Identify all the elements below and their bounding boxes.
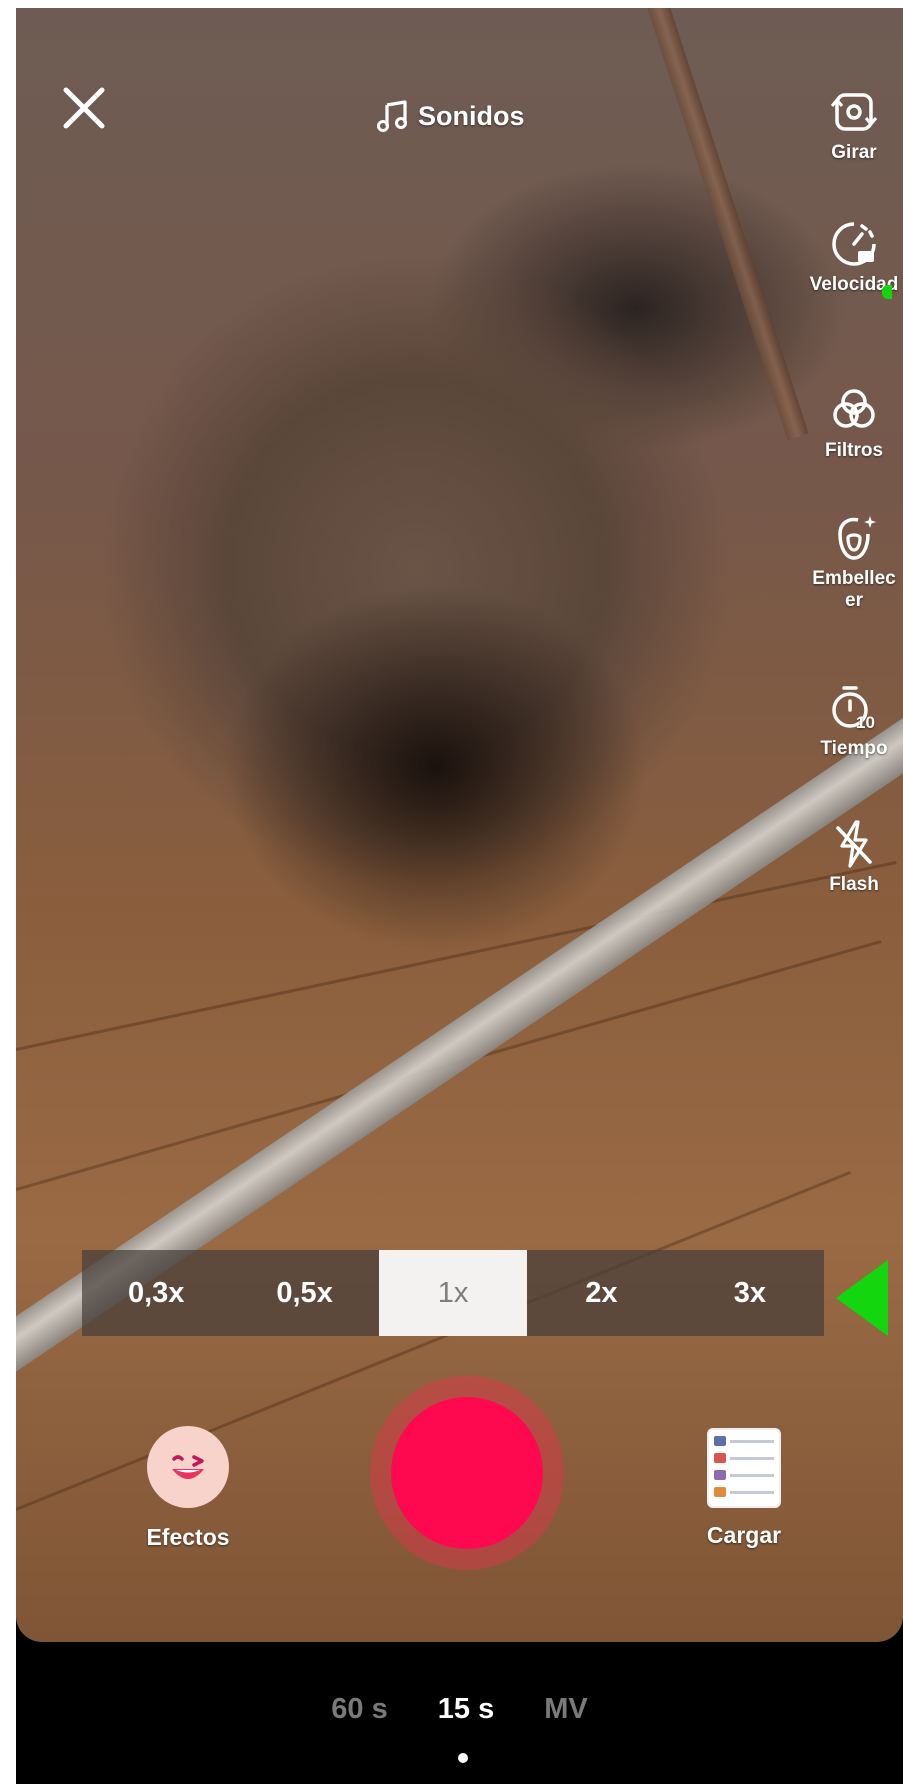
flip-label: Girar [831, 142, 877, 163]
tab-60s[interactable]: 60 s [331, 1693, 387, 1726]
thumb-row [714, 1453, 774, 1463]
selected-tab-indicator [458, 1753, 468, 1763]
upload-label: Cargar [706, 1522, 782, 1548]
upload-button[interactable]: Cargar [684, 1428, 804, 1549]
camera-viewfinder: Sonidos Girar Velocidad Filtros Embellec… [16, 8, 903, 1642]
filters-button[interactable]: Filtros [805, 384, 903, 512]
side-toolbar: Girar Velocidad Filtros Embellecer 10 Ti… [805, 86, 903, 928]
timer-button[interactable]: 10 Tiempo [805, 682, 903, 818]
zoom-selector: 0,3x 0,5x 1x 2x 3x [82, 1250, 824, 1336]
annotation-arrow [836, 1260, 888, 1336]
thumb-row [714, 1436, 774, 1446]
speed-button[interactable]: Velocidad [805, 218, 903, 384]
timer-label: Tiempo [820, 738, 888, 759]
zoom-option-2x[interactable]: 2x [527, 1250, 675, 1336]
thumb-row [714, 1470, 774, 1480]
effects-face-icon [147, 1426, 229, 1508]
flip-button[interactable]: Girar [805, 86, 903, 218]
beautify-label: Embellecer [812, 568, 896, 611]
phone-screen: Sonidos Girar Velocidad Filtros Embellec… [16, 8, 903, 1784]
flip-camera-icon [830, 93, 878, 131]
music-note-icon [377, 100, 407, 132]
duration-tabs: 60 s 15 s MV [16, 1693, 903, 1726]
thumb-row [714, 1487, 774, 1497]
zoom-option-1x[interactable]: 1x [378, 1250, 528, 1336]
flash-button[interactable]: Flash [805, 818, 903, 928]
filters-icon [833, 389, 875, 428]
record-button-inner [391, 1397, 543, 1549]
flash-label: Flash [829, 874, 879, 895]
zoom-option-0-5x[interactable]: 0,5x [230, 1250, 378, 1336]
close-button[interactable] [54, 78, 114, 138]
effects-label: Efectos [146, 1524, 230, 1550]
zoom-option-3x[interactable]: 3x [676, 1250, 824, 1336]
timer-10-icon: 10 [832, 686, 875, 732]
filters-label: Filtros [824, 440, 884, 461]
sounds-label: Sonidos [418, 100, 525, 131]
tab-15s[interactable]: 15 s [438, 1693, 494, 1726]
flash-off-icon [836, 820, 872, 868]
annotation-marker [882, 285, 892, 299]
upload-thumbnail [707, 1428, 781, 1508]
background-pole [645, 8, 809, 441]
speed-gauge-icon [832, 222, 876, 266]
close-icon [63, 87, 105, 129]
svg-text:10: 10 [856, 713, 875, 732]
sounds-button[interactable]: Sonidos [376, 96, 525, 136]
beautify-button[interactable]: Embellecer [805, 512, 903, 682]
tab-mv[interactable]: MV [544, 1693, 588, 1726]
record-button[interactable] [370, 1376, 564, 1570]
effects-button[interactable]: Efectos [128, 1426, 248, 1551]
zoom-option-0-3x[interactable]: 0,3x [82, 1250, 230, 1336]
beautify-icon [838, 516, 876, 560]
